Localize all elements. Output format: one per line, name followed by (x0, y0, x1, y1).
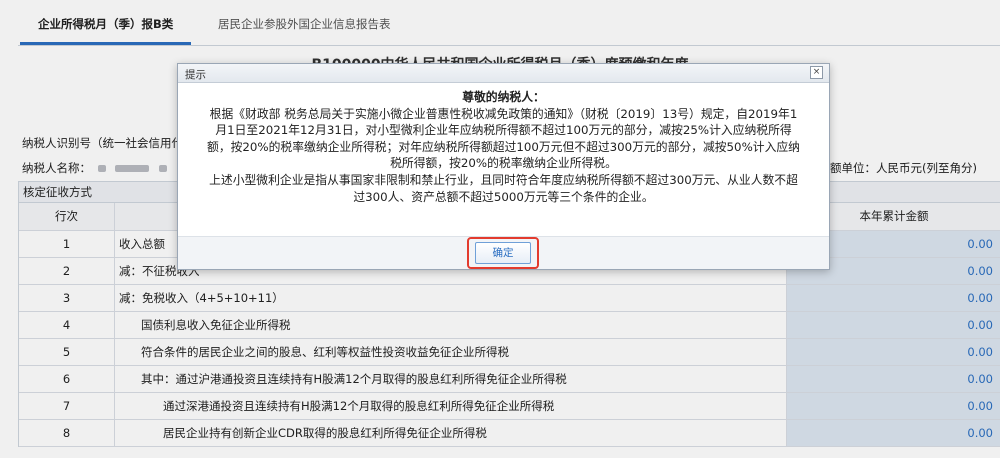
dialog-body: 尊敬的纳税人： 根据《财政部 税务总局关于实施小微企业普惠性税收减免政策的通知》… (178, 83, 829, 205)
dialog-title: 提示 (185, 69, 206, 81)
dialog-greeting: 尊敬的纳税人： (462, 90, 545, 104)
notice-dialog: 提示 × 尊敬的纳税人： 根据《财政部 税务总局关于实施小微企业普惠性税收减免政… (177, 63, 830, 270)
ok-button[interactable]: 确定 (475, 242, 531, 264)
dialog-titlebar: 提示 × (178, 64, 829, 83)
dialog-paragraph-policy: 根据《财政部 税务总局关于实施小微企业普惠性税收减免政策的通知》（财税〔2019… (207, 106, 800, 171)
close-icon[interactable]: × (810, 66, 823, 79)
dialog-paragraph-definition: 上述小型微利企业是指从事国家非限制和禁止行业，且同时符合年度应纳税所得额不超过3… (209, 172, 798, 204)
